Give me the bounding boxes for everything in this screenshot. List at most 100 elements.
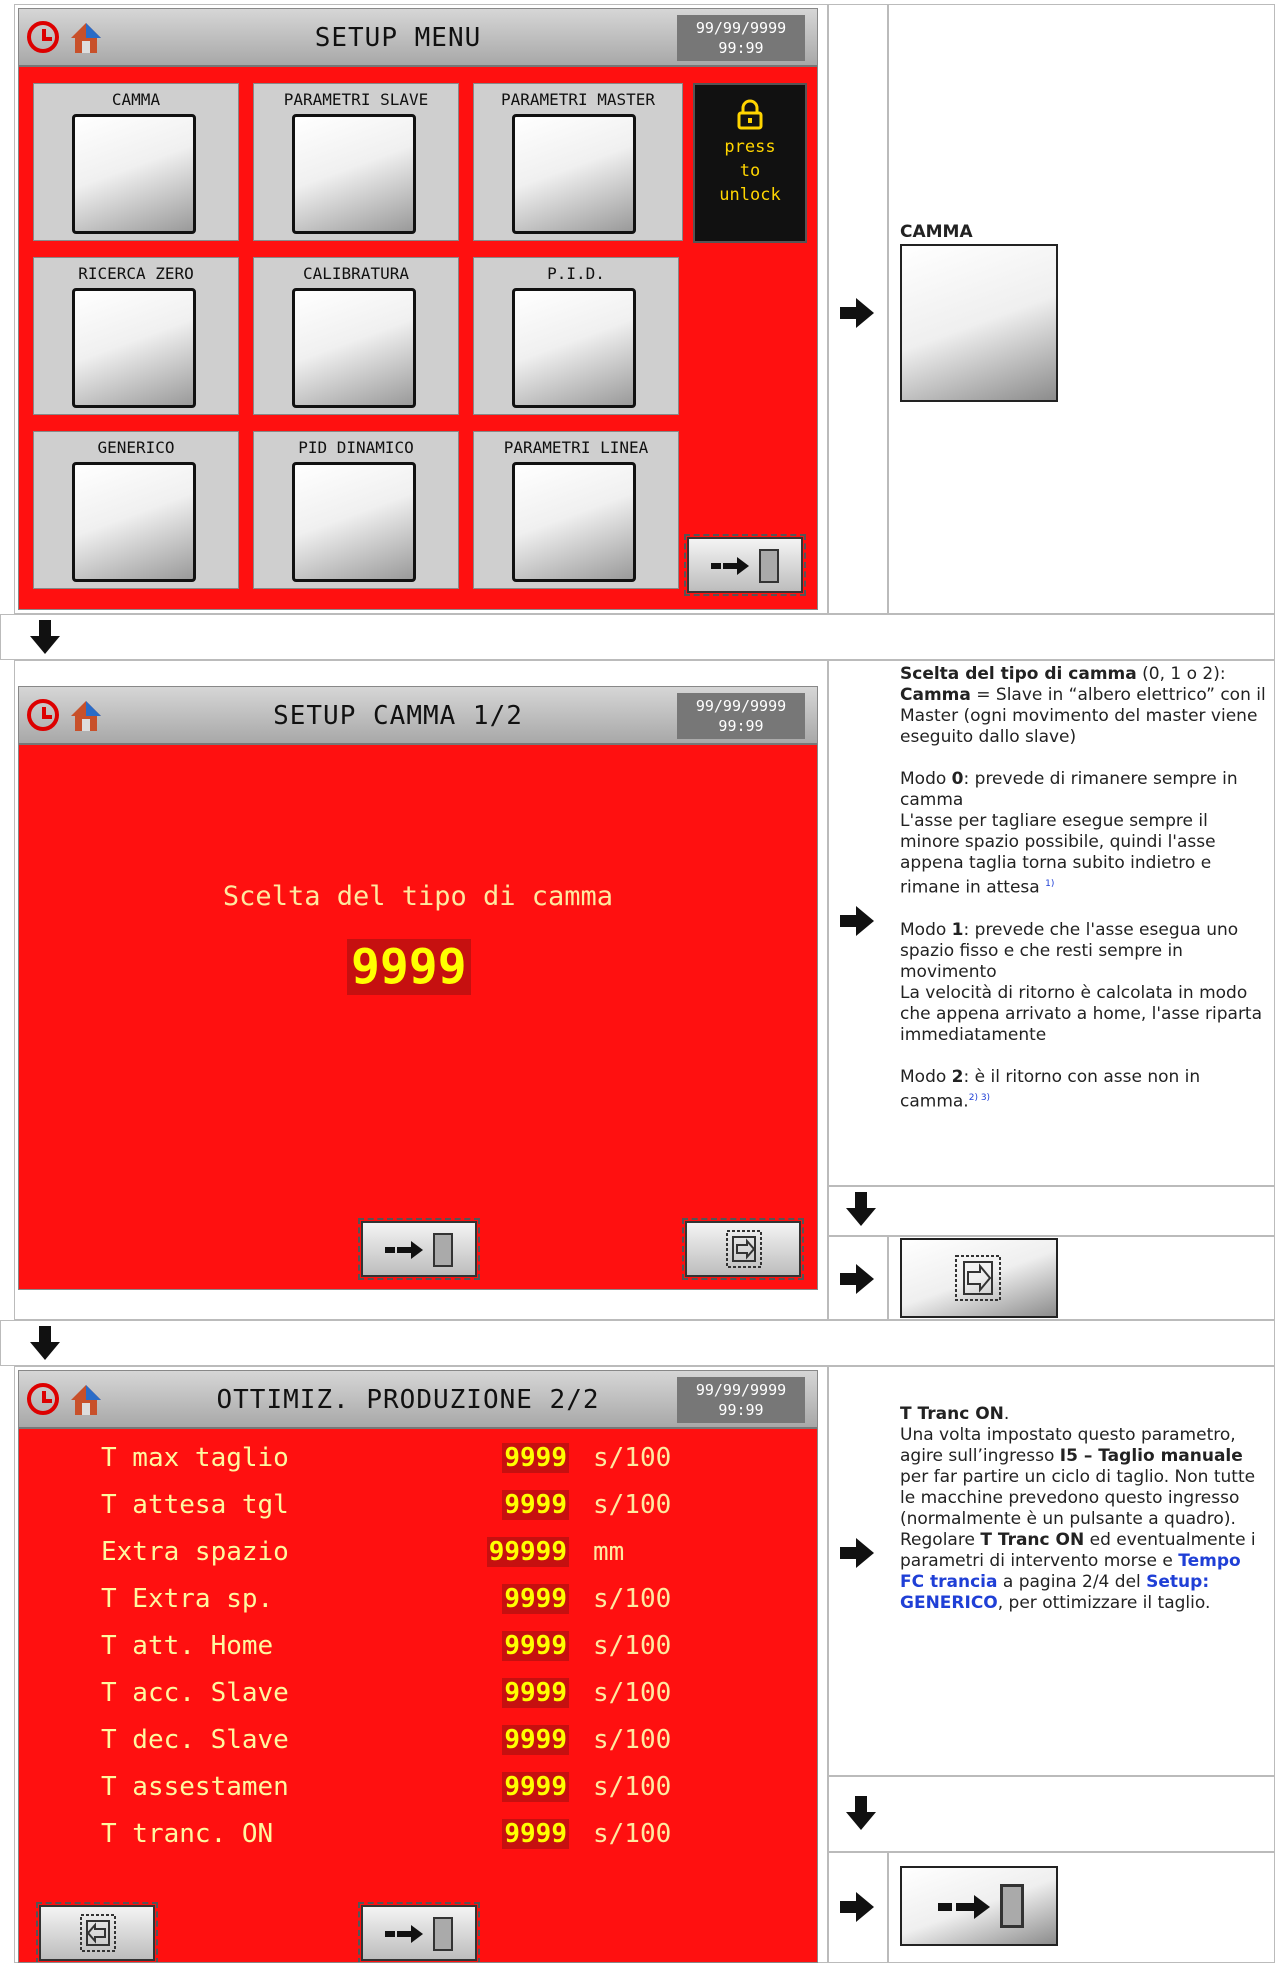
parametri-master-button[interactable] (512, 114, 636, 234)
param-unit: s/100 (593, 1772, 672, 1802)
param-value[interactable]: 9999 (502, 1490, 569, 1520)
title-bar: SETUP MENU 99/99/9999 99:99 (19, 9, 817, 67)
page-title: SETUP MENU (314, 23, 482, 53)
desc-heading: T Tranc ON (900, 1404, 1004, 1424)
next-page-button[interactable] (682, 1218, 804, 1280)
param-unit: s/100 (593, 1819, 672, 1849)
desc-text: per far partire un ciclo di taglio. Non … (900, 1467, 1256, 1529)
pid-dinamico-button[interactable] (292, 462, 416, 582)
table-cell (0, 614, 1275, 660)
param-label: T att. Home (101, 1631, 274, 1661)
next-page-icon (955, 1255, 1001, 1301)
desc-text: La velocità di ritorno è calcolata in mo… (900, 982, 1263, 1045)
desc-text: Modo (900, 1066, 952, 1087)
next-page-button-preview (900, 1238, 1058, 1318)
desc-text: Modo (900, 919, 952, 940)
time-text: 99:99 (718, 1401, 764, 1419)
menu-tile-pid: P.I.D. (473, 257, 679, 415)
calibratura-button[interactable] (292, 288, 416, 408)
ottimiz-produzione-screen: OTTIMIZ. PRODUZIONE 2/2 99/99/9999 99:99… (18, 1370, 818, 1963)
prev-page-button[interactable] (36, 1902, 158, 1962)
desc-text: Modo (900, 769, 952, 789)
footnote-link[interactable]: 2) 3) (969, 1093, 990, 1103)
camma-type-value[interactable]: 9999 (347, 939, 471, 995)
param-value[interactable]: 99999 (486, 1537, 569, 1567)
tile-label: PARAMETRI SLAVE (283, 90, 429, 109)
page-title: OTTIMIZ. PRODUZIONE 2/2 (216, 1385, 600, 1415)
unlock-button[interactable]: press to unlock (693, 83, 807, 243)
lock-icon (737, 99, 763, 130)
param-value[interactable]: 9999 (502, 1584, 569, 1614)
footnote-link[interactable]: 1) (1045, 879, 1054, 889)
arrow-right-icon (840, 1892, 874, 1922)
lock-text-line1: press (724, 137, 776, 157)
param-unit: s/100 (593, 1678, 672, 1708)
menu-tile-parametri-slave: PARAMETRI SLAVE (253, 83, 459, 241)
param-label: T tranc. ON (101, 1819, 274, 1849)
desc-term: T Tranc ON (980, 1530, 1085, 1550)
arrow-down-icon (846, 1796, 876, 1830)
camma-description: Scelta del tipo di camma (0, 1 o 2): Cam… (900, 664, 1270, 1112)
generico-button[interactable] (72, 462, 196, 582)
home-icon[interactable] (69, 1383, 103, 1417)
tile-label: CALIBRATURA (303, 264, 409, 283)
mode-number: 0 (951, 769, 964, 789)
arrow-right-icon (840, 906, 874, 936)
param-value[interactable]: 9999 (502, 1678, 569, 1708)
camma-button[interactable] (72, 114, 196, 234)
tile-label: CAMMA (111, 90, 161, 109)
desc-text: Regolare (900, 1530, 981, 1550)
clock-icon[interactable] (27, 699, 59, 731)
exit-button[interactable] (684, 534, 806, 596)
desc-text: , per ottimizzare il taglio. (997, 1593, 1211, 1613)
lock-text-line3: unlock (719, 185, 781, 205)
param-value[interactable]: 9999 (502, 1631, 569, 1661)
arrow-down-icon (846, 1192, 876, 1226)
exit-door-icon (711, 549, 779, 583)
exit-door-icon (385, 1233, 453, 1267)
camma-button-preview (900, 244, 1058, 402)
title-bar: SETUP CAMMA 1/2 99/99/9999 99:99 (19, 687, 817, 745)
param-label: T attesa tgl (101, 1490, 289, 1520)
menu-tile-pid-dinamico: PID DINAMICO (253, 431, 459, 589)
home-icon[interactable] (69, 21, 103, 55)
param-value[interactable]: 9999 (502, 1819, 569, 1849)
param-value[interactable]: 9999 (502, 1772, 569, 1802)
param-label: T assestamen (101, 1772, 289, 1802)
date-text: 99/99/9999 (695, 19, 787, 37)
prev-page-icon (80, 1914, 116, 1952)
pid-button[interactable] (512, 288, 636, 408)
param-unit: s/100 (593, 1443, 672, 1473)
exit-door-icon (938, 1884, 1024, 1928)
param-label: T acc. Slave (101, 1678, 289, 1708)
arrow-down-icon (30, 620, 60, 654)
mode-number: 1 (951, 919, 964, 940)
exit-button[interactable] (358, 1218, 480, 1280)
exit-button-preview (900, 1866, 1058, 1946)
home-icon[interactable] (69, 699, 103, 733)
tile-label: PARAMETRI LINEA (503, 438, 649, 457)
clock-icon[interactable] (27, 1383, 59, 1415)
param-label: Extra spazio (101, 1537, 289, 1567)
parametri-slave-button[interactable] (292, 114, 416, 234)
desc-term: Camma (900, 685, 971, 705)
arrow-right-icon (840, 1538, 874, 1568)
desc-heading: Scelta del tipo di camma (900, 664, 1137, 684)
parametri-linea-button[interactable] (512, 462, 636, 582)
param-label: T max taglio (101, 1443, 289, 1473)
param-value[interactable]: 9999 (502, 1443, 569, 1473)
clock-icon[interactable] (27, 21, 59, 53)
exit-button[interactable] (358, 1902, 480, 1962)
param-label: T Extra sp. (101, 1584, 274, 1614)
param-value[interactable]: 9999 (502, 1725, 569, 1755)
param-unit: s/100 (593, 1584, 672, 1614)
desc-text: a pagina 2/4 del (997, 1572, 1147, 1592)
menu-tile-parametri-linea: PARAMETRI LINEA (473, 431, 679, 589)
ricerca-zero-button[interactable] (72, 288, 196, 408)
tranc-on-description: T Tranc ON. Una volta impostato questo p… (900, 1404, 1270, 1614)
camma-heading: CAMMA (900, 222, 973, 242)
tile-label: GENERICO (97, 438, 175, 457)
param-unit: s/100 (593, 1631, 672, 1661)
next-page-icon (726, 1230, 762, 1268)
menu-tile-camma: CAMMA (33, 83, 239, 241)
